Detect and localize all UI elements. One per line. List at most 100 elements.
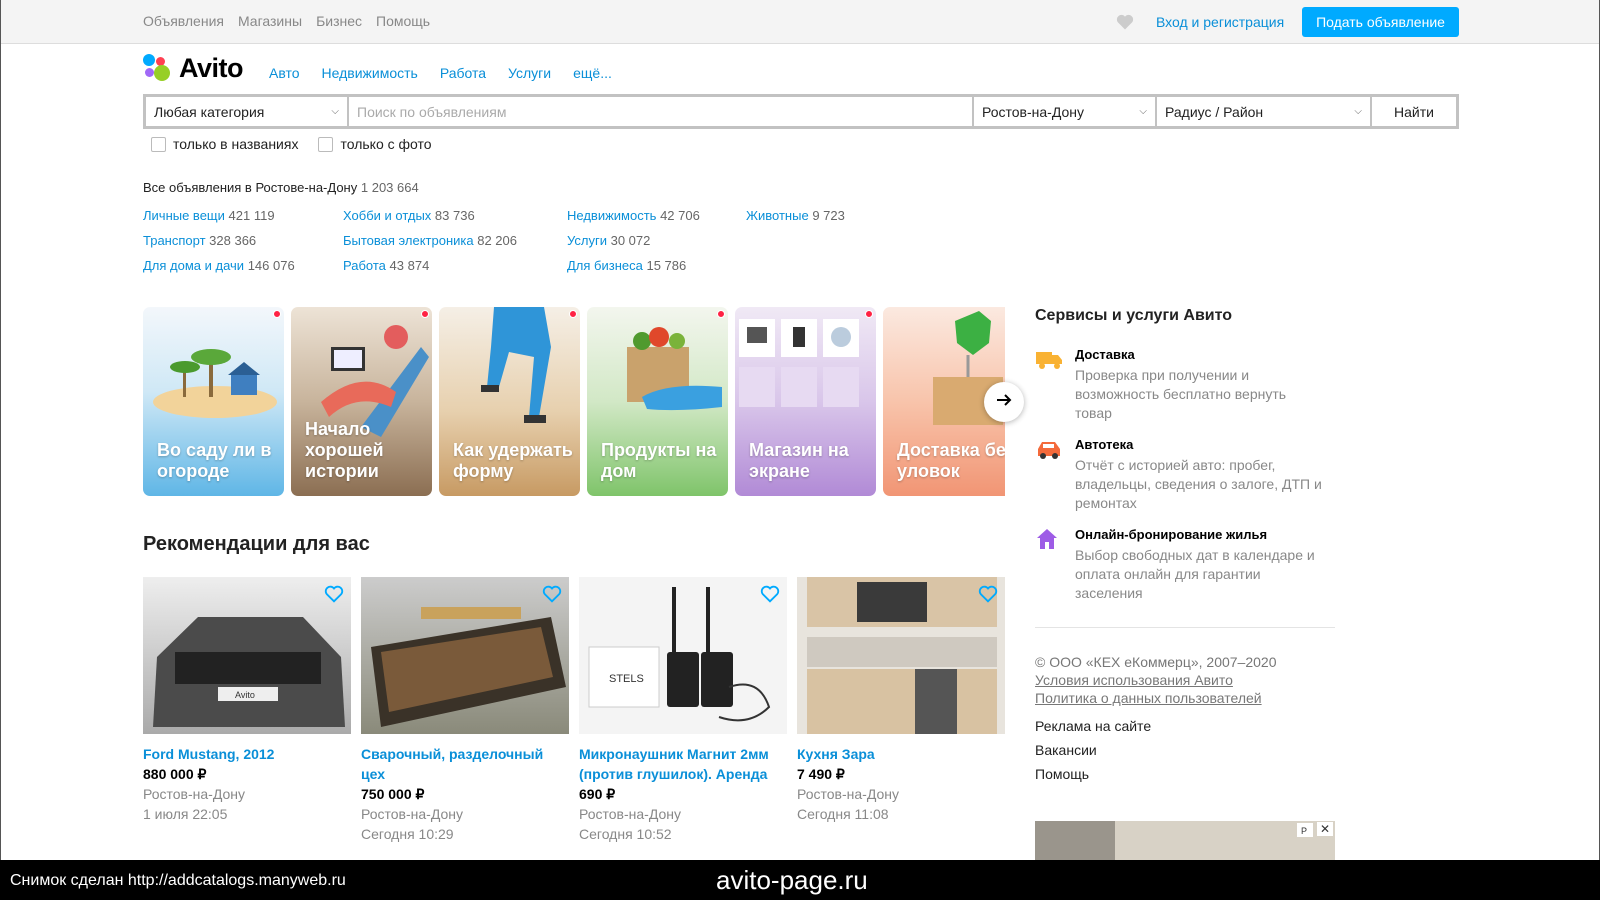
only-titles-checkbox[interactable]: только в названиях bbox=[151, 136, 298, 152]
ad-card[interactable]: Сварочный, разделочный цех 750 000 ₽ Рос… bbox=[361, 577, 569, 844]
category-item: Услуги 30 072 bbox=[567, 233, 787, 258]
search-input[interactable]: Поиск по объявлениям bbox=[349, 97, 974, 126]
ad-photo[interactable]: Avito bbox=[143, 577, 351, 734]
all-ads-count: 1 203 664 bbox=[360, 180, 419, 195]
category-link[interactable]: Личные вещи bbox=[143, 208, 225, 223]
only-photo-checkbox[interactable]: только с фото bbox=[318, 136, 432, 152]
radius-select-value: Радиус / Район bbox=[1165, 104, 1264, 120]
unread-dot bbox=[865, 310, 873, 318]
chevron-down-icon: ⌵ bbox=[1354, 106, 1362, 117]
city-select[interactable]: Ростов-на-Дону ⌵ bbox=[974, 97, 1157, 126]
logo-dots-icon bbox=[143, 53, 171, 84]
service-item[interactable]: Автотека Отчёт с историей авто: пробег, … bbox=[1035, 437, 1325, 512]
post-ad-button[interactable]: Подать объявление bbox=[1302, 7, 1459, 37]
top-nav-shops[interactable]: Магазины bbox=[238, 13, 302, 29]
category-link[interactable]: Хобби и отдых bbox=[343, 208, 431, 223]
category-link[interactable]: Для дома и дачи bbox=[143, 258, 244, 273]
ad-title[interactable]: Ford Mustang, 2012 bbox=[143, 744, 351, 764]
service-item[interactable]: Доставка Проверка при получении и возмож… bbox=[1035, 347, 1325, 422]
search-placeholder: Поиск по объявлениям bbox=[357, 104, 507, 120]
category-link[interactable]: Услуги bbox=[567, 233, 607, 248]
search-bar: Любая категория ⌵ Поиск по объявлениям Р… bbox=[143, 94, 1459, 129]
story-card[interactable]: Магазин на экране bbox=[735, 307, 876, 496]
catnav-services[interactable]: Услуги bbox=[508, 65, 551, 81]
ad-date: Сегодня 10:52 bbox=[579, 826, 672, 842]
ad-card[interactable]: Avito Ford Mustang, 2012 880 000 ₽ Росто… bbox=[143, 577, 351, 824]
category-select-value: Любая категория bbox=[154, 104, 265, 120]
search-filters: только в названиях только с фото bbox=[151, 136, 432, 152]
category-link[interactable]: Для бизнеса bbox=[567, 258, 643, 273]
close-icon[interactable]: ✕ bbox=[1317, 822, 1333, 836]
category-link[interactable]: Транспорт bbox=[143, 233, 206, 248]
top-nav-ads[interactable]: Объявления bbox=[143, 13, 224, 29]
category-count: 43 874 bbox=[389, 258, 430, 273]
heart-icon[interactable] bbox=[541, 583, 563, 610]
terms-link[interactable]: Условия использования Авито bbox=[1035, 671, 1276, 689]
login-link[interactable]: Вход и регистрация bbox=[1156, 14, 1284, 30]
legal-block: © ООО «КЕХ еКоммерц», 2007–2020 Условия … bbox=[1035, 653, 1276, 707]
catnav-jobs[interactable]: Работа bbox=[440, 65, 486, 81]
recommendations-grid: Avito Ford Mustang, 2012 880 000 ₽ Росто… bbox=[143, 577, 1005, 860]
help-link[interactable]: Помощь bbox=[1035, 766, 1151, 790]
ad-banner[interactable]: P ✕ bbox=[1035, 821, 1335, 860]
ad-title[interactable]: Кухня Зара bbox=[797, 744, 1005, 764]
category-select[interactable]: Любая категория ⌵ bbox=[146, 97, 349, 126]
catnav-more[interactable]: ещё... bbox=[573, 65, 612, 81]
catnav-realty[interactable]: Недвижимость bbox=[322, 65, 418, 81]
category-link[interactable]: Бытовая электроника bbox=[343, 233, 474, 248]
chevron-down-icon: ⌵ bbox=[1139, 106, 1147, 117]
story-card[interactable]: Как удержать форму bbox=[439, 307, 580, 496]
story-title: Продукты на дом bbox=[601, 440, 717, 481]
privacy-link[interactable]: Политика о данных пользователей bbox=[1035, 689, 1276, 707]
stories-carousel: Во саду ли в огороде Начало хорошей исто… bbox=[143, 307, 1005, 497]
ad-card[interactable]: Кухня Зара 7 490 ₽ Ростов-на-Дону Сегодн… bbox=[797, 577, 1005, 824]
favorites-heart-icon[interactable] bbox=[1115, 12, 1135, 32]
service-name[interactable]: Автотека bbox=[1075, 437, 1133, 452]
vacancies-link[interactable]: Вакансии bbox=[1035, 742, 1151, 766]
ad-price: 690 ₽ bbox=[579, 786, 616, 802]
only-photo-label: только с фото bbox=[340, 136, 432, 152]
ad-card[interactable]: STELS Микронаушник Магнит 2мм (против гл… bbox=[579, 577, 787, 844]
ad-photo[interactable] bbox=[361, 577, 569, 734]
catnav-auto[interactable]: Авто bbox=[269, 65, 300, 81]
page: Объявления Магазины Бизнес Помощь Вход и… bbox=[0, 0, 1600, 860]
house-icon bbox=[1035, 527, 1063, 551]
top-nav-help[interactable]: Помощь bbox=[376, 13, 430, 29]
logo-text: Avito bbox=[179, 53, 244, 83]
category-item: Работа 43 874 bbox=[343, 258, 563, 283]
checkbox-icon bbox=[318, 136, 334, 152]
service-item[interactable]: Онлайн-бронирование жилья Выбор свободны… bbox=[1035, 527, 1325, 602]
category-link[interactable]: Животные bbox=[746, 208, 809, 223]
avito-logo[interactable]: Avito bbox=[143, 53, 244, 84]
service-name[interactable]: Онлайн-бронирование жилья bbox=[1075, 527, 1267, 542]
story-card[interactable]: Продукты на дом bbox=[587, 307, 728, 496]
heart-icon[interactable] bbox=[759, 583, 781, 610]
find-button-label: Найти bbox=[1394, 104, 1434, 120]
category-link[interactable]: Работа bbox=[343, 258, 386, 273]
ad-photo[interactable] bbox=[797, 577, 1005, 734]
top-nav-business[interactable]: Бизнес bbox=[316, 13, 362, 29]
heart-icon[interactable] bbox=[323, 583, 345, 610]
ad-photo[interactable]: STELS bbox=[579, 577, 787, 734]
category-link[interactable]: Недвижимость bbox=[567, 208, 656, 223]
footer-links: Реклама на сайте Вакансии Помощь bbox=[1035, 718, 1151, 790]
heart-icon[interactable] bbox=[977, 583, 999, 610]
story-card[interactable]: Начало хорошей истории bbox=[291, 307, 432, 496]
carousel-next-button[interactable] bbox=[984, 382, 1024, 422]
story-card[interactable]: Во саду ли в огороде bbox=[143, 307, 284, 496]
advertising-link[interactable]: Реклама на сайте bbox=[1035, 718, 1151, 742]
ad-location: Ростов-на-Дону bbox=[579, 806, 681, 822]
service-name[interactable]: Доставка bbox=[1075, 347, 1135, 362]
radius-select[interactable]: Радиус / Район ⌵ bbox=[1157, 97, 1372, 126]
caption-center: avito-page.ru bbox=[716, 865, 868, 895]
ad-badge-text: P bbox=[1301, 826, 1307, 836]
screenshot-caption-bar: Снимок сделан http://addcatalogs.manyweb… bbox=[0, 860, 1600, 900]
ad-price: 7 490 ₽ bbox=[797, 766, 845, 782]
unread-dot bbox=[717, 310, 725, 318]
ad-title[interactable]: Сварочный, разделочный цех bbox=[361, 744, 569, 784]
ad-title[interactable]: Микронаушник Магнит 2мм (против глушилок… bbox=[579, 744, 787, 784]
all-ads-label: Все объявления в Ростове-на-Дону bbox=[143, 180, 358, 195]
find-button[interactable]: Найти bbox=[1372, 97, 1456, 126]
category-count: 15 786 bbox=[646, 258, 687, 273]
services-title: Сервисы и услуги Авито bbox=[1035, 307, 1233, 324]
